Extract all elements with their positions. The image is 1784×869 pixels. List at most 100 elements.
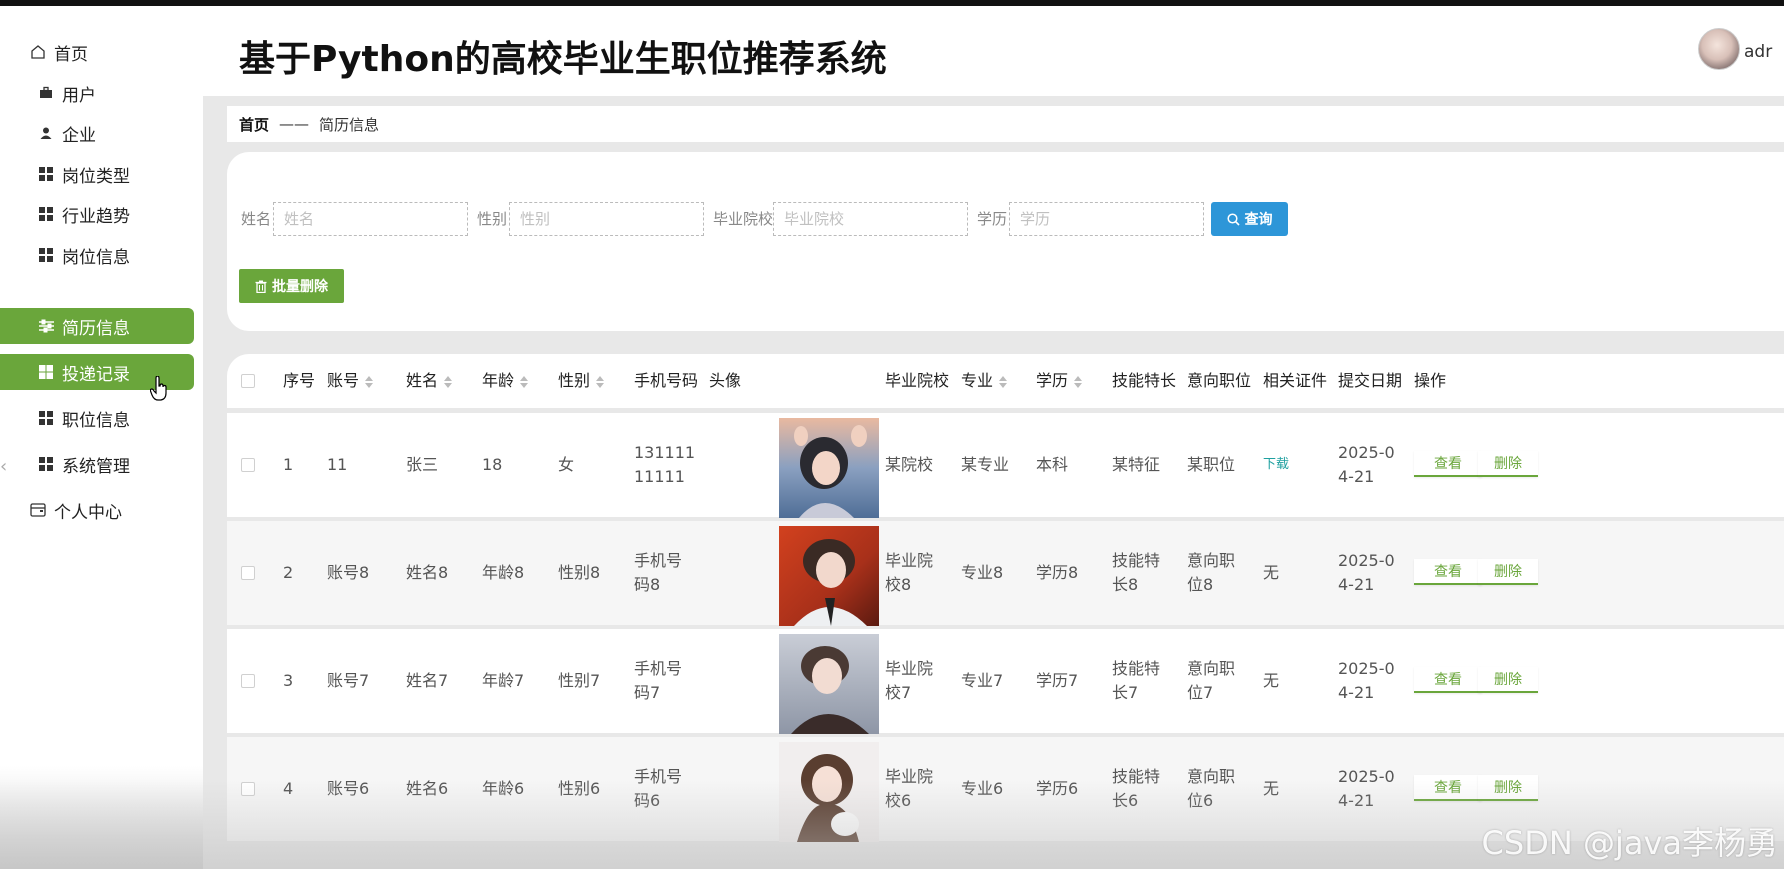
- delete-button[interactable]: 删除: [1478, 451, 1538, 477]
- cell-name: 姓名7: [406, 671, 449, 690]
- cell-gender: 性别8: [558, 563, 601, 582]
- wallet-icon: [28, 500, 48, 520]
- cell-age: 年龄6: [482, 779, 525, 798]
- header-gender[interactable]: 性别: [558, 354, 605, 408]
- cell-name: 姓名8: [406, 563, 449, 582]
- sidebar-item-enterprise[interactable]: 企业: [0, 115, 194, 151]
- home-icon: [28, 42, 48, 62]
- sidebar-item-label: 首页: [54, 44, 88, 65]
- header-age[interactable]: 年龄: [482, 354, 529, 408]
- sort-icon[interactable]: [999, 375, 1008, 388]
- cell-gender: 性别6: [558, 779, 601, 798]
- cell-age: 18: [482, 455, 503, 474]
- sidebar: 首页 用户 企业 岗位类型 行业趋势 岗位信息 简历信息 投递记录 职位信息 系…: [0, 6, 203, 869]
- breadcrumb-separator: ——: [279, 115, 310, 133]
- row-checkbox[interactable]: [241, 458, 255, 472]
- cell-phone: 131111 11111: [634, 443, 696, 486]
- hand-cursor-icon: [150, 376, 167, 401]
- search-panel: 姓名 性别 毕业院校 学历 查询 批量删除: [227, 152, 1784, 331]
- cell-intended-position: 意向职 位6: [1187, 767, 1236, 810]
- sort-icon[interactable]: [365, 375, 374, 388]
- batch-delete-label: 批量删除: [272, 278, 328, 294]
- cell-submit-date: 2025-0 4-21: [1338, 767, 1395, 810]
- name-input[interactable]: [273, 202, 468, 236]
- gender-input[interactable]: [509, 202, 704, 236]
- education-input[interactable]: [1009, 202, 1204, 236]
- sidebar-item-job-info[interactable]: 职位信息: [0, 400, 194, 436]
- watermark: CSDN @java李杨勇: [1481, 824, 1778, 862]
- sidebar-item-position-type[interactable]: 岗位类型: [0, 156, 194, 192]
- header-account[interactable]: 账号: [327, 354, 374, 408]
- sidebar-item-users[interactable]: 用户: [0, 75, 194, 111]
- user-name[interactable]: adr: [1744, 42, 1784, 62]
- cell-index: 1: [283, 455, 294, 474]
- table-header: 序号 账号 姓名 年龄 性别 手机号码 头像 毕业院校 专业 学历 技能特长 意…: [227, 354, 1784, 408]
- breadcrumb: 首页 —— 简历信息: [227, 106, 1784, 142]
- cell-gender: 女: [558, 455, 575, 474]
- sort-icon[interactable]: [444, 375, 453, 388]
- view-button[interactable]: 查看: [1414, 559, 1482, 585]
- delete-button[interactable]: 删除: [1478, 667, 1538, 693]
- sort-icon[interactable]: [596, 375, 605, 388]
- grid-icon: [36, 454, 56, 474]
- cell-major: 某专业: [961, 455, 1010, 474]
- cell-phone: 手机号 码6: [634, 767, 683, 810]
- cell-school: 毕业院 校7: [885, 659, 934, 702]
- header-name[interactable]: 姓名: [406, 354, 453, 408]
- sidebar-item-system-management[interactable]: 系统管理: [0, 446, 194, 482]
- sidebar-item-label: 企业: [62, 125, 96, 146]
- delete-button[interactable]: 删除: [1478, 775, 1538, 801]
- header-certificate: 相关证件: [1263, 371, 1328, 390]
- cell-skills: 技能特 长6: [1112, 767, 1161, 810]
- view-button[interactable]: 查看: [1414, 775, 1482, 801]
- sidebar-item-industry-trend[interactable]: 行业趋势: [0, 196, 194, 232]
- view-button[interactable]: 查看: [1414, 667, 1482, 693]
- cell-index: 2: [283, 563, 294, 582]
- select-all-checkbox[interactable]: [241, 374, 255, 388]
- avatar[interactable]: [1698, 28, 1740, 70]
- cell-school: 毕业院 校6: [885, 767, 934, 810]
- row-checkbox[interactable]: [241, 566, 255, 580]
- sort-icon[interactable]: [520, 375, 529, 388]
- cell-intended-position: 意向职 位8: [1187, 551, 1236, 594]
- sidebar-item-resume[interactable]: 简历信息: [0, 308, 194, 344]
- header-education[interactable]: 学历: [1036, 354, 1083, 408]
- cell-education: 本科: [1036, 455, 1069, 474]
- cell-certificate: 无: [1263, 779, 1280, 798]
- school-input[interactable]: [773, 202, 968, 236]
- cell-intended-position: 意向职 位7: [1187, 659, 1236, 702]
- sidebar-item-home[interactable]: 首页: [0, 34, 194, 70]
- cell-account: 11: [327, 455, 348, 474]
- cell-index: 4: [283, 779, 294, 798]
- view-button[interactable]: 查看: [1414, 451, 1482, 477]
- header-phone: 手机号码: [634, 371, 699, 390]
- row-checkbox[interactable]: [241, 674, 255, 688]
- sidebar-item-label: 用户: [62, 85, 96, 106]
- row-checkbox[interactable]: [241, 782, 255, 796]
- sidebar-item-label: 岗位信息: [62, 247, 130, 268]
- sidebar-item-position-info[interactable]: 岗位信息: [0, 237, 194, 273]
- table-row: 3 账号7 姓名7 年龄7 性别7 手机号 码7 毕业院 校7 专业7 学历7 技能…: [227, 629, 1784, 734]
- cell-education: 学历6: [1036, 779, 1079, 798]
- grid-icon: [36, 245, 56, 265]
- resume-table: 序号 账号 姓名 年龄 性别 手机号码 头像 毕业院校 专业 学历 技能特长 意…: [227, 354, 1784, 869]
- sidebar-item-label: 个人中心: [54, 502, 122, 523]
- header-avatar: 头像: [709, 371, 742, 390]
- cell-certificate: 下载: [1263, 413, 1289, 517]
- breadcrumb-current: 简历信息: [319, 115, 380, 134]
- query-button-label: 查询: [1244, 211, 1273, 227]
- cell-skills: 某特征: [1112, 455, 1161, 474]
- sort-icon[interactable]: [1074, 375, 1083, 388]
- batch-delete-button[interactable]: 批量删除: [239, 269, 344, 303]
- header: 基于Python的高校毕业生职位推荐系统 adr: [203, 6, 1784, 96]
- breadcrumb-home[interactable]: 首页: [239, 114, 269, 135]
- gender-label: 性别: [477, 210, 508, 228]
- cell-phone: 手机号 码7: [634, 659, 683, 702]
- query-button[interactable]: 查询: [1211, 202, 1288, 236]
- sidebar-item-personal-center[interactable]: 个人中心: [0, 492, 194, 528]
- header-submit-date: 提交日期: [1338, 371, 1403, 390]
- download-link[interactable]: 下载: [1263, 453, 1289, 477]
- delete-button[interactable]: 删除: [1478, 559, 1538, 585]
- sidebar-collapse-arrow-icon[interactable]: ‹: [0, 456, 8, 478]
- header-major[interactable]: 专业: [961, 354, 1008, 408]
